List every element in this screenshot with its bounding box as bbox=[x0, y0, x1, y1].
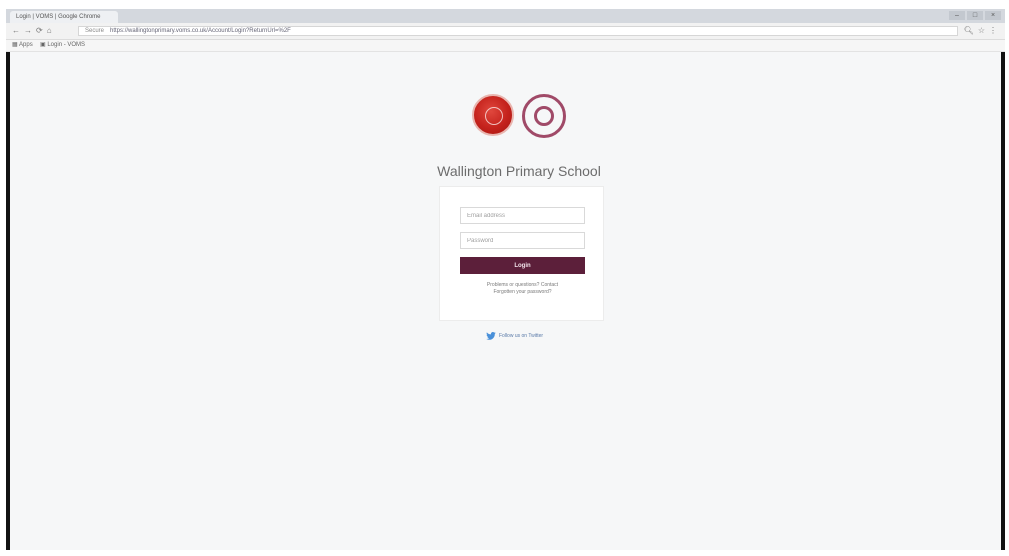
star-icon[interactable]: ☆ bbox=[978, 25, 985, 37]
title-bar: Login | VOMS | Google Chrome – □ × bbox=[6, 9, 1005, 23]
bookmark-login[interactable]: ▣ Login - VOMS bbox=[40, 40, 85, 51]
reload-icon[interactable]: ⟳ bbox=[36, 25, 43, 37]
twitter-link[interactable]: Follow us on Twitter bbox=[486, 332, 543, 340]
bookmark-apps[interactable]: ▦ Apps bbox=[12, 40, 33, 51]
browser-tab[interactable]: Login | VOMS | Google Chrome bbox=[10, 11, 118, 23]
bookmark-label: Apps bbox=[19, 42, 33, 48]
ring-logo-inner bbox=[534, 106, 554, 126]
minimize-button[interactable]: – bbox=[949, 11, 965, 20]
twitter-link-label: Follow us on Twitter bbox=[499, 333, 544, 339]
home-icon[interactable]: ⌂ bbox=[47, 25, 52, 37]
school-crest-logo bbox=[472, 94, 514, 136]
secure-label: Secure bbox=[85, 28, 105, 34]
ring-logo bbox=[522, 94, 566, 138]
forward-icon[interactable]: → bbox=[24, 25, 32, 37]
crest-emblem bbox=[485, 107, 503, 125]
maximize-button[interactable]: □ bbox=[967, 11, 983, 20]
page-content: Wallington Primary School Login Problems… bbox=[10, 52, 1001, 550]
address-bar: ← → ⟳ ⌂ Secure https://wallingtonprimary.… bbox=[6, 23, 1005, 40]
back-icon[interactable]: ← bbox=[12, 25, 20, 37]
zoom-icon[interactable]: 🔍︎ bbox=[964, 25, 974, 37]
login-button[interactable]: Login bbox=[460, 257, 585, 274]
logo-group bbox=[472, 94, 566, 138]
url-text: https://wallingtonprimary.voms.co.uk/Acc… bbox=[110, 28, 291, 34]
bookmark-label: Login - VOMS bbox=[47, 42, 86, 48]
menu-icon[interactable]: ⋮ bbox=[989, 25, 997, 37]
nav-buttons: ← → ⟳ ⌂ bbox=[12, 25, 52, 37]
browser-window: Login | VOMS | Google Chrome – □ × ← → ⟳… bbox=[6, 9, 1005, 550]
url-input[interactable]: Secure https://wallingtonprimary.voms.co.… bbox=[78, 26, 958, 36]
password-field[interactable] bbox=[460, 232, 585, 249]
contact-link[interactable]: Problems or questions? Contact bbox=[450, 282, 595, 289]
email-field[interactable] bbox=[460, 207, 585, 224]
twitter-icon bbox=[486, 332, 496, 340]
school-name-heading: Wallington Primary School bbox=[437, 163, 601, 179]
bookmarks-bar: ▦ Apps ▣ Login - VOMS bbox=[6, 40, 1005, 52]
toolbar-icons: 🔍︎ ☆ ⋮ bbox=[964, 25, 997, 37]
close-button[interactable]: × bbox=[985, 11, 1001, 20]
forgot-password-link[interactable]: Forgotten your password? bbox=[450, 289, 595, 296]
window-controls: – □ × bbox=[949, 11, 1001, 20]
login-card: Login Problems or questions? Contact For… bbox=[439, 186, 604, 321]
